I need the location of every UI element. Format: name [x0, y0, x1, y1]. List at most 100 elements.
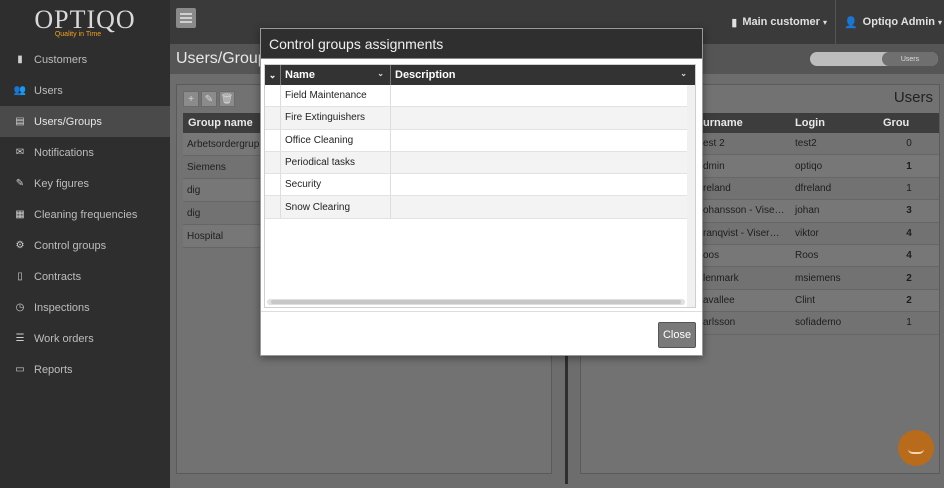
sidebar: OPTIQO Quality in Time ▮ Customers 👥 Users ▤…: [0, 0, 170, 488]
users-title: Users: [893, 89, 933, 106]
cell-groups: 3: [906, 205, 912, 217]
table-row[interactable]: Security: [265, 174, 695, 197]
cell-login: Roos: [795, 250, 819, 262]
logo[interactable]: OPTIQO Quality in Time: [0, 0, 170, 44]
sidebar-item-inspections[interactable]: ◷ Inspections: [0, 292, 170, 323]
cell-groups: 4: [906, 227, 912, 239]
cell-description: [391, 152, 693, 173]
sidebar-item-users-groups[interactable]: ▤ Users/Groups: [0, 106, 170, 137]
customer-dropdown[interactable]: Main customer: [742, 16, 820, 28]
sidebar-item-label: Reports: [34, 363, 73, 376]
col-name[interactable]: Name ⌄: [281, 65, 391, 85]
table-row[interactable]: Snow Clearing: [265, 196, 695, 219]
table-row[interactable]: ohansson - Vise… johan 3: [699, 200, 939, 223]
table-row[interactable]: Arbetsordergrup: [183, 133, 263, 156]
cell-name: Periodical tasks: [281, 151, 391, 174]
table-row[interactable]: Hospital: [183, 225, 263, 248]
vertical-scrollbar[interactable]: [687, 85, 695, 307]
cell-description: [391, 196, 693, 217]
groups-header[interactable]: Group name: [183, 113, 263, 133]
sidebar-item-control-groups[interactable]: ⚙ Control groups: [0, 230, 170, 261]
row-select[interactable]: [265, 107, 281, 129]
calendar-icon: ▦: [15, 209, 25, 220]
cell-groups: 1: [906, 317, 912, 329]
control-groups-modal: Control groups assignments ⌄ Name ⌄ Desc…: [260, 28, 703, 356]
table-row[interactable]: Office Cleaning: [265, 129, 695, 152]
document-icon: ▯: [17, 271, 23, 282]
cell-login: sofiademo: [795, 317, 842, 329]
cell-groups: 4: [906, 250, 912, 262]
table-row[interactable]: reland dfreland 1: [699, 178, 939, 201]
add-icon[interactable]: +: [183, 91, 199, 107]
table-row[interactable]: dmin optiqo 1: [699, 155, 939, 178]
row-select[interactable]: [265, 85, 281, 107]
table-row[interactable]: oos Roos 4: [699, 244, 939, 268]
sidebar-item-work-orders[interactable]: ☰ Work orders: [0, 323, 170, 354]
table-row[interactable]: est 2 test2 0: [699, 133, 939, 156]
cell-groups: 2: [906, 294, 912, 306]
sidebar-item-users[interactable]: 👥 Users: [0, 75, 170, 106]
sidebar-item-cleaning-frequencies[interactable]: ▦ Cleaning frequencies: [0, 199, 170, 230]
cell-name: Office Cleaning: [281, 129, 391, 151]
cell-login: optiqo: [795, 160, 823, 172]
chat-icon[interactable]: [898, 430, 934, 466]
edit-icon[interactable]: ✎: [201, 91, 217, 107]
cell-description: [391, 174, 693, 195]
sidebar-item-contracts[interactable]: ▯ Contracts: [0, 261, 170, 292]
select-all-chevron-icon[interactable]: ⌄: [265, 65, 281, 85]
pencil-icon: ✎: [15, 178, 25, 189]
cell-login: johan: [795, 205, 820, 217]
delete-icon[interactable]: 🗑: [219, 91, 235, 107]
modal-table: ⌄ Name ⌄ Description ⌄ Field Maintenance…: [264, 64, 696, 308]
row-select[interactable]: [265, 196, 281, 218]
col-login[interactable]: Login: [791, 113, 879, 133]
close-button[interactable]: Close: [658, 322, 696, 348]
col-description[interactable]: Description ⌄: [391, 65, 693, 85]
cell-surname: arlsson: [703, 317, 736, 329]
col-surname[interactable]: urname: [699, 113, 791, 133]
cell-surname: reland: [703, 182, 731, 194]
sidebar-item-label: Control groups: [34, 239, 107, 252]
table-row[interactable]: ranqvist - Viser… viktor 4: [699, 223, 939, 245]
chevron-down-icon: ⌄: [680, 69, 687, 78]
menu-toggle-button[interactable]: [176, 8, 196, 28]
table-row[interactable]: avallee Clint 2: [699, 289, 939, 313]
sidebar-item-notifications[interactable]: ✉ Notifications: [0, 137, 170, 168]
table-row[interactable]: Field Maintenance: [265, 85, 695, 108]
cell-description: [391, 85, 693, 106]
logo-tagline: Quality in Time: [54, 30, 102, 38]
table-row[interactable]: dig: [183, 179, 263, 202]
modal-table-header: ⌄ Name ⌄ Description ⌄: [265, 65, 695, 85]
table-row[interactable]: Siemens: [183, 156, 263, 179]
view-toggle[interactable]: Users: [810, 52, 938, 66]
cell-groups: 0: [906, 138, 912, 150]
sidebar-item-key-figures[interactable]: ✎ Key figures: [0, 168, 170, 199]
user-icon: 👤: [843, 16, 858, 29]
row-select[interactable]: [265, 129, 281, 151]
sidebar-item-customers[interactable]: ▮ Customers: [0, 44, 170, 75]
table-row[interactable]: Periodical tasks: [265, 151, 695, 175]
table-row[interactable]: dig: [183, 202, 263, 225]
briefcase-icon: ▮: [17, 54, 23, 65]
panel-splitter[interactable]: [565, 344, 568, 484]
row-select[interactable]: [265, 151, 281, 174]
row-select[interactable]: [265, 174, 281, 196]
table-row[interactable]: arlsson sofiademo 1: [699, 312, 939, 335]
col-groups[interactable]: Grou: [879, 113, 939, 133]
modal-title: Control groups assignments: [261, 29, 702, 59]
list-icon: ☰: [15, 333, 25, 344]
toggle-users-label[interactable]: Users: [882, 52, 938, 66]
sidebar-item-reports[interactable]: ▭ Reports: [0, 354, 170, 385]
users-header: urname Login Grou: [699, 113, 939, 133]
table-row[interactable]: lenmark msiemens 2: [699, 267, 939, 290]
cell-name: Snow Clearing: [281, 196, 391, 218]
sidebar-item-label: Users/Groups: [34, 115, 102, 128]
sidebar-item-label: Customers: [34, 53, 88, 66]
chevron-down-icon: ▾: [822, 17, 827, 27]
table-row[interactable]: Fire Extinguishers: [265, 107, 695, 130]
id-card-icon: ▤: [15, 116, 25, 127]
cell-surname: est 2: [703, 138, 725, 150]
cell-description: [391, 130, 693, 151]
horizontal-scrollbar[interactable]: [267, 299, 685, 305]
user-dropdown[interactable]: Optiqo Admin: [863, 16, 935, 28]
